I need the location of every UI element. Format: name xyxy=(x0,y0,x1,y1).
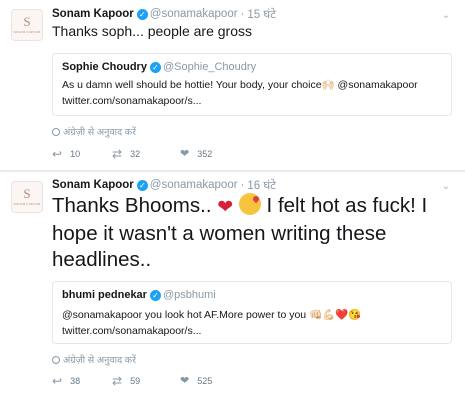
verified-badge-icon: ✓ xyxy=(149,289,161,301)
reply-button[interactable]: ↩ 38 xyxy=(52,375,80,387)
author-handle[interactable]: @sonamakapoor xyxy=(150,179,238,191)
retweet-count: 32 xyxy=(130,149,141,159)
translate-link[interactable]: अंग्रेज़ी से अनुवाद करें xyxy=(52,353,136,366)
timestamp[interactable]: 15 घंटे xyxy=(247,7,276,22)
quoted-tweet[interactable]: Sophie Choudry ✓ @Sophie_Choudry As u da… xyxy=(52,53,452,116)
tweet-header: Sonam Kapoor ✓ @sonamakapoor · 15 घंटे xyxy=(52,6,276,22)
tweet-header: Sonam Kapoor ✓ @sonamakapoor · 16 घंटे xyxy=(52,177,276,193)
quoted-author-handle: @Sophie_Choudry xyxy=(162,61,257,73)
chevron-down-icon[interactable]: ⌄ xyxy=(440,181,452,193)
author-name[interactable]: Sonam Kapoor xyxy=(52,8,134,20)
avatar[interactable]: S SONAM KAPOOR xyxy=(11,9,43,41)
retweet-icon: ⇄ xyxy=(112,374,123,388)
red-heart-emoji-icon: ❤ xyxy=(217,197,234,218)
avatar-monogram: S xyxy=(23,14,31,29)
reply-icon: ↩ xyxy=(52,147,63,161)
reply-icon: ↩ xyxy=(52,374,63,388)
like-button[interactable]: ❤ 352 xyxy=(180,148,212,160)
like-count: 525 xyxy=(197,376,213,386)
translate-link[interactable]: अंग्रेज़ी से अनुवाद करें xyxy=(52,125,136,138)
quoted-author-name: Sophie Choudry xyxy=(62,61,147,73)
separator-dot: · xyxy=(240,8,245,20)
avatar-caption: SONAM KAPOOR xyxy=(13,202,41,206)
quoted-tweet-header: bhumi pednekar ✓ @psbhumi xyxy=(62,289,216,301)
author-name[interactable]: Sonam Kapoor xyxy=(52,179,134,191)
quoted-author-handle: @psbhumi xyxy=(162,289,216,301)
like-count: 352 xyxy=(197,149,213,159)
tweet-text: Thanks soph... people are gross xyxy=(52,23,253,39)
globe-icon xyxy=(52,127,60,136)
quoted-tweet-link[interactable]: twitter.com/sonamakapoor/s... xyxy=(62,95,201,107)
chevron-down-icon[interactable]: ⌄ xyxy=(440,10,452,22)
retweet-count: 59 xyxy=(130,376,141,386)
author-handle[interactable]: @sonamakapoor xyxy=(150,8,238,20)
verified-badge-icon: ✓ xyxy=(136,179,148,191)
retweet-button[interactable]: ⇄ 59 xyxy=(112,375,140,387)
retweet-icon: ⇄ xyxy=(112,147,123,161)
tweet-actions: ↩ 10 ⇄ 32 ❤ 352 xyxy=(52,148,292,162)
tweet-text-part1: Thanks Bhooms.. xyxy=(52,194,212,217)
heart-icon: ❤ xyxy=(180,148,190,160)
globe-icon xyxy=(52,355,60,364)
quoted-tweet-text: @sonamakapoor you look hot AF.More power… xyxy=(62,309,362,321)
tweet[interactable]: S SONAM KAPOOR Sonam Kapoor ✓ @sonamakap… xyxy=(0,0,465,171)
retweet-button[interactable]: ⇄ 32 xyxy=(112,148,140,160)
verified-badge-icon: ✓ xyxy=(136,8,148,20)
avatar-caption: SONAM KAPOOR xyxy=(13,30,41,34)
translate-label: अंग्रेज़ी से अनुवाद करें xyxy=(63,355,136,366)
quoted-tweet-text: As u damn well should be hottie! Your bo… xyxy=(62,79,418,91)
tweet-text: Thanks Bhooms.. ❤ I felt hot as fuck! I … xyxy=(52,193,457,273)
separator-dot: · xyxy=(240,179,245,191)
tweet[interactable]: S SONAM KAPOOR Sonam Kapoor ✓ @sonamakap… xyxy=(0,172,465,402)
quoted-tweet[interactable]: bhumi pednekar ✓ @psbhumi @sonamakapoor … xyxy=(52,281,452,344)
reply-count: 38 xyxy=(70,376,81,386)
translate-label: अंग्रेज़ी से अनुवाद करें xyxy=(63,127,136,138)
avatar[interactable]: S SONAM KAPOOR xyxy=(11,181,43,213)
quoted-author-name: bhumi pednekar xyxy=(62,289,147,301)
quoted-tweet-header: Sophie Choudry ✓ @Sophie_Choudry xyxy=(62,61,256,73)
quoted-tweet-link[interactable]: twitter.com/sonamakapoor/s... xyxy=(62,325,201,337)
timestamp[interactable]: 16 घंटे xyxy=(247,178,276,193)
heart-icon: ❤ xyxy=(180,375,190,387)
blowing-kiss-emoji-icon xyxy=(238,193,261,215)
tweet-actions: ↩ 38 ⇄ 59 ❤ 525 xyxy=(52,375,292,389)
avatar-monogram: S xyxy=(23,186,31,201)
reply-count: 10 xyxy=(70,149,81,159)
verified-badge-icon: ✓ xyxy=(149,61,161,73)
like-button[interactable]: ❤ 525 xyxy=(180,375,212,387)
reply-button[interactable]: ↩ 10 xyxy=(52,148,80,160)
